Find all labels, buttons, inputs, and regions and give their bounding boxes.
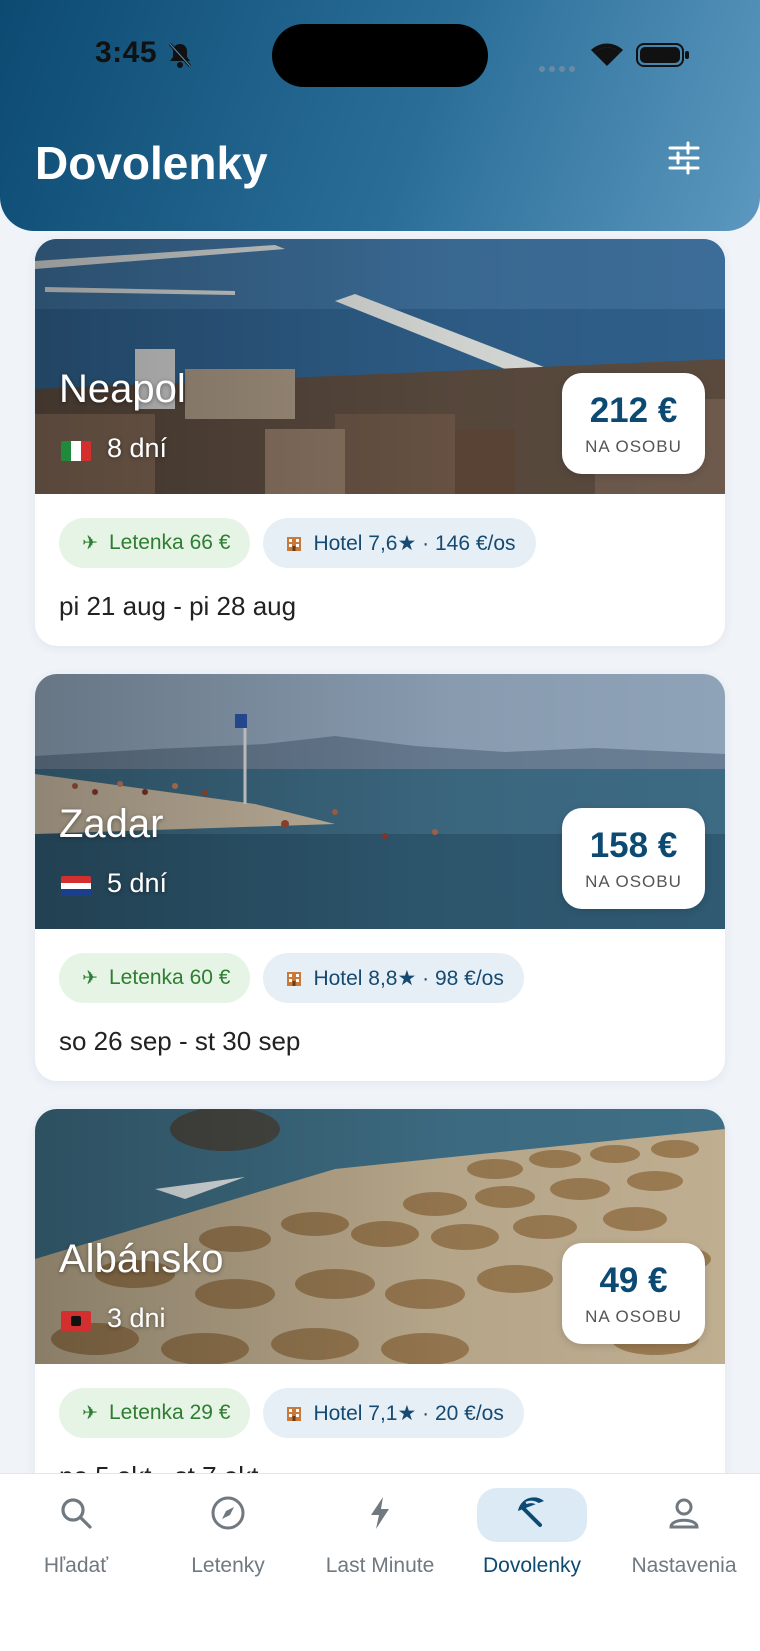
nav-item-last-minute[interactable]: Last Minute [304, 1488, 456, 1588]
hotel-icon [283, 969, 305, 987]
flight-chip[interactable]: ✈ Letenka 60 € [59, 953, 251, 1003]
offer-card-zadar[interactable]: Zadar 5 dní 158 € NA OSOBU ✈ Letenka 60 … [35, 674, 725, 1081]
destination-name: Albánsko [59, 1237, 224, 1281]
trip-duration: 3 dni [107, 1303, 166, 1333]
flight-chip-label: Letenka 66 € [109, 531, 231, 554]
nav-icon-wrap [325, 1488, 435, 1542]
price-badge: 212 € NA OSOBU [562, 373, 705, 474]
nav-label: Nastavenia [631, 1554, 737, 1577]
dynamic-island [272, 24, 488, 87]
flight-chip[interactable]: ✈ Letenka 66 € [59, 518, 251, 568]
hotel-chip-label: Hotel 8,8★ · 98 €/os [313, 966, 504, 990]
nav-icon-wrap [21, 1488, 131, 1542]
price-value: 158 € [589, 826, 678, 865]
albania-flag-icon [61, 1311, 91, 1331]
trip-duration: 5 dní [107, 868, 168, 898]
offer-image: Neapol 8 dní 212 € NA OSOBU [35, 239, 725, 494]
nav-label: Dovolenky [482, 1554, 582, 1577]
italy-flag-icon [61, 441, 91, 461]
hotel-chip[interactable]: Hotel 7,1★ · 20 €/os [263, 1388, 524, 1438]
bell-slash-icon [168, 42, 192, 73]
nav-label: Hľadať [43, 1554, 109, 1577]
hotel-icon [283, 1404, 305, 1422]
offer-image: Zadar 5 dní 158 € NA OSOBU [35, 674, 725, 929]
price-badge: 158 € NA OSOBU [562, 808, 705, 909]
nav-icon-wrap [629, 1488, 739, 1542]
hotel-chip[interactable]: Hotel 8,8★ · 98 €/os [263, 953, 524, 1003]
price-note: NA OSOBU [585, 1307, 682, 1326]
offer-chips: ✈ Letenka 29 € Hotel 7,1★ · 20 €/os [59, 1388, 524, 1438]
airplane-icon: ✈ [82, 1402, 98, 1424]
airplane-icon: ✈ [82, 532, 98, 554]
nav-label: Last Minute [325, 1554, 435, 1577]
bottom-navigation: Hľadať Letenky Last Minute Dovolenky Nas… [0, 1473, 760, 1651]
travel-dates: po 5 okt - st 7 okt [59, 1461, 258, 1473]
hotel-chip-label: Hotel 7,6★ · 146 €/os [313, 531, 516, 555]
airplane-icon: ✈ [82, 967, 98, 989]
filter-button[interactable] [662, 138, 706, 182]
beach-umbrella-icon [514, 1495, 550, 1536]
destination-name: Zadar [59, 802, 164, 846]
hotel-icon [283, 534, 305, 552]
hotel-chip[interactable]: Hotel 7,6★ · 146 €/os [263, 518, 536, 568]
destination-name: Neapol [59, 367, 186, 411]
page-title: Dovolenky [35, 137, 268, 189]
price-badge: 49 € NA OSOBU [562, 1243, 705, 1344]
offer-card-albansko[interactable]: Albánsko 3 dni 49 € NA OSOBU ✈ Letenka 2… [35, 1109, 725, 1473]
trip-duration: 8 dní [107, 433, 168, 463]
search-icon [59, 1496, 93, 1535]
price-value: 212 € [589, 391, 678, 430]
nav-item-search[interactable]: Hľadať [0, 1488, 152, 1588]
travel-dates: so 26 sep - st 30 sep [59, 1026, 301, 1056]
nav-item-flights[interactable]: Letenky [152, 1488, 304, 1588]
croatia-flag-icon [61, 876, 91, 896]
offer-card-neapol[interactable]: Neapol 8 dní 212 € NA OSOBU ✈ Letenka 66… [35, 239, 725, 646]
sliders-icon [667, 141, 701, 180]
offer-image: Albánsko 3 dni 49 € NA OSOBU [35, 1109, 725, 1364]
travel-dates: pi 21 aug - pi 28 aug [59, 591, 297, 621]
nav-item-holidays[interactable]: Dovolenky [456, 1488, 608, 1588]
cellular-signal-icon [538, 60, 578, 78]
compass-icon [210, 1495, 246, 1536]
price-value: 49 € [599, 1261, 668, 1300]
nav-label: Letenky [191, 1554, 265, 1577]
price-note: NA OSOBU [585, 872, 682, 891]
nav-icon-wrap [477, 1488, 587, 1542]
person-icon [667, 1496, 701, 1535]
battery-icon [636, 42, 690, 73]
flight-chip-label: Letenka 60 € [109, 966, 231, 989]
offer-chips: ✈ Letenka 60 € Hotel 8,8★ · 98 €/os [59, 953, 524, 1003]
status-time: 3:45 [95, 36, 158, 69]
price-note: NA OSOBU [585, 437, 682, 456]
nav-icon-wrap [173, 1488, 283, 1542]
flight-chip-label: Letenka 29 € [109, 1401, 231, 1424]
nav-item-settings[interactable]: Nastavenia [608, 1488, 760, 1588]
hotel-chip-label: Hotel 7,1★ · 20 €/os [313, 1401, 504, 1425]
app-header: 3:45 Dovolenky [0, 0, 760, 231]
bolt-icon [367, 1495, 393, 1536]
offer-chips: ✈ Letenka 66 € Hotel 7,6★ · 146 €/os [59, 518, 536, 568]
wifi-icon [590, 42, 624, 73]
flight-chip[interactable]: ✈ Letenka 29 € [59, 1388, 251, 1438]
